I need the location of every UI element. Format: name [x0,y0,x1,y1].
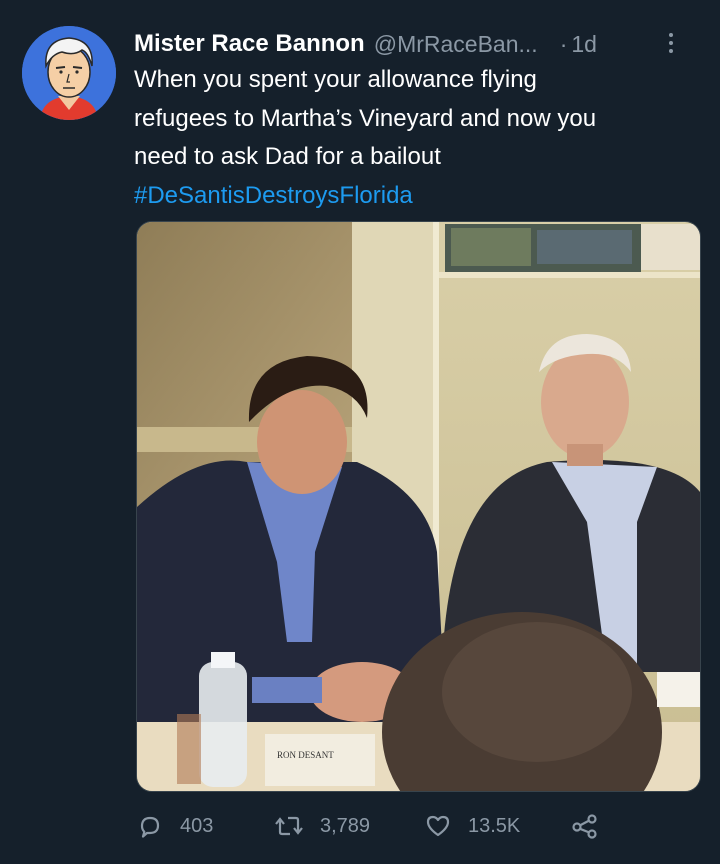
hashtag-link[interactable]: #DeSantisDestroysFlorida [134,177,704,216]
reply-count: 403 [180,814,214,837]
reply-button[interactable]: 403 [136,806,213,846]
placard-text: RON DESANT [277,750,334,760]
tweet-text-line: When you spent your allowance flying [134,66,537,93]
author-name[interactable]: Mister Race Bannon [134,30,365,58]
retweet-icon [275,816,303,836]
share-button[interactable] [570,806,600,846]
meeting-photo: RON DESANT [137,222,700,791]
tweet-actions: 403 3,789 13.5K [136,806,616,846]
retweet-count: 3,789 [320,814,371,837]
reply-icon [140,816,160,838]
author-handle[interactable]: @MrRaceBan... [374,31,538,58]
cartoon-avatar-image [22,26,116,120]
avatar[interactable] [22,26,116,120]
heart-icon [426,815,450,837]
like-button[interactable]: 13.5K [424,806,520,846]
share-icon [572,814,597,839]
tweet-text-line: refugees to Martha’s Vineyard and now yo… [134,104,597,132]
tweet-text: When you spent your allowance flying ref… [134,61,704,215]
tweet-text-line: need to ask Dad for a bailout [134,143,441,170]
tweet[interactable]: Mister Race Bannon @MrRaceBan... · 1d Wh… [0,0,720,864]
separator-dot: · [559,30,568,57]
retweet-button[interactable]: 3,789 [274,806,370,846]
tweet-media-photo[interactable]: RON DESANT [136,221,701,792]
tweet-header: Mister Race Bannon @MrRaceBan... · 1d [134,27,704,61]
more-options-icon[interactable] [664,29,678,57]
like-count: 13.5K [468,814,521,837]
timestamp[interactable]: 1d [571,31,597,58]
